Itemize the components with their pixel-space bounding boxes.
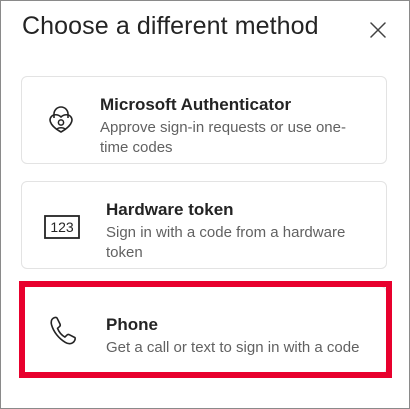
close-icon bbox=[370, 22, 386, 38]
phone-icon bbox=[49, 316, 77, 346]
authenticator-lock-icon bbox=[47, 105, 75, 137]
method-title: Microsoft Authenticator bbox=[100, 95, 292, 114]
dialog-title: Choose a different method bbox=[22, 12, 319, 40]
method-description: Approve sign-in requests or use one-time… bbox=[100, 119, 346, 156]
method-description: Get a call or text to sign in with a cod… bbox=[106, 339, 360, 356]
hardware-token-123-icon: 123 bbox=[44, 215, 80, 239]
hardware-token-icon-text: 123 bbox=[50, 219, 74, 235]
method-description: Sign in with a code from a hardware toke… bbox=[106, 224, 346, 261]
method-title: Phone bbox=[106, 315, 158, 334]
method-microsoft-authenticator[interactable]: Microsoft Authenticator Approve sign-in … bbox=[21, 76, 387, 164]
method-phone[interactable]: Phone Get a call or text to sign in with… bbox=[21, 286, 387, 374]
method-hardware-token[interactable]: 123 Hardware token Sign in with a code f… bbox=[21, 181, 387, 269]
choose-method-dialog: Choose a different method Microsoft Auth… bbox=[0, 0, 410, 409]
close-button[interactable] bbox=[365, 17, 391, 43]
method-title: Hardware token bbox=[106, 200, 234, 219]
